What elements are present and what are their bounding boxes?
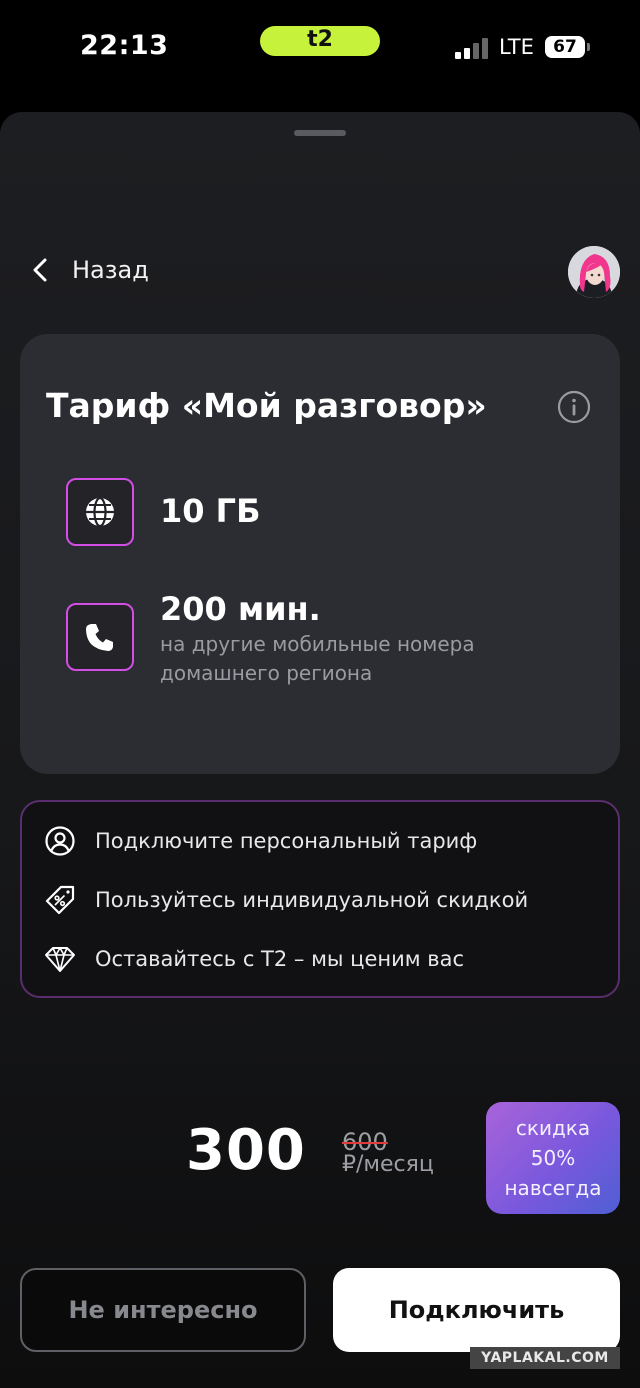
benefit-text: Оставайтесь с Т2 – мы ценим вас xyxy=(95,947,465,971)
battery-cap xyxy=(587,43,590,51)
avatar-image xyxy=(568,246,620,298)
carrier-logo: t2 xyxy=(307,27,333,52)
benefit-discount: Пользуйтесь индивидуальной скидкой xyxy=(44,883,528,917)
battery-icon: 67 xyxy=(545,36,585,58)
minutes-feature-icon-box xyxy=(66,603,134,671)
chevron-left-icon xyxy=(33,258,47,282)
carrier-pill: t2 xyxy=(260,26,380,56)
status-time: 22:13 xyxy=(80,30,169,61)
minutes-amount: 200 мин. xyxy=(160,590,321,628)
back-label: Назад xyxy=(72,256,149,284)
phone-icon xyxy=(86,624,113,651)
price-value: 300 xyxy=(186,1118,306,1183)
discount-line: 50% xyxy=(530,1146,576,1170)
not-interested-button[interactable]: Не интересно xyxy=(20,1268,306,1352)
signal-icon xyxy=(455,37,489,59)
minutes-description: на другие мобильные номера домашнего рег… xyxy=(160,632,475,685)
discount-line: навсегда xyxy=(504,1176,602,1200)
watermark: YAPLAKAL.COM xyxy=(470,1347,620,1369)
benefit-text: Подключите персональный тариф xyxy=(95,829,478,853)
avatar[interactable] xyxy=(568,246,620,298)
tariff-title: Тариф «Мой разговор» xyxy=(46,386,487,425)
network-type: LTE xyxy=(499,35,534,59)
benefit-personal-tariff: Подключите персональный тариф xyxy=(44,824,477,858)
benefit-loyalty: Оставайтесь с Т2 – мы ценим вас xyxy=(44,942,464,976)
globe-icon xyxy=(86,496,114,528)
sheet-drag-handle[interactable] xyxy=(294,130,346,136)
discount-tag-icon xyxy=(45,885,75,915)
user-circle-icon xyxy=(45,826,75,856)
info-icon[interactable] xyxy=(556,389,592,425)
discount-line: скидка xyxy=(515,1116,591,1140)
data-amount: 10 ГБ xyxy=(160,492,261,530)
back-button[interactable]: Назад xyxy=(22,248,149,292)
battery-level: 67 xyxy=(553,37,577,57)
connect-button[interactable]: Подключить xyxy=(333,1268,620,1352)
price-period: ₽/месяц xyxy=(342,1152,434,1177)
discount-badge: скидка 50% навсегда xyxy=(486,1102,620,1214)
data-feature-icon-box xyxy=(66,478,134,546)
benefit-text: Пользуйтесь индивидуальной скидкой xyxy=(95,888,529,912)
diamond-icon xyxy=(45,947,75,972)
